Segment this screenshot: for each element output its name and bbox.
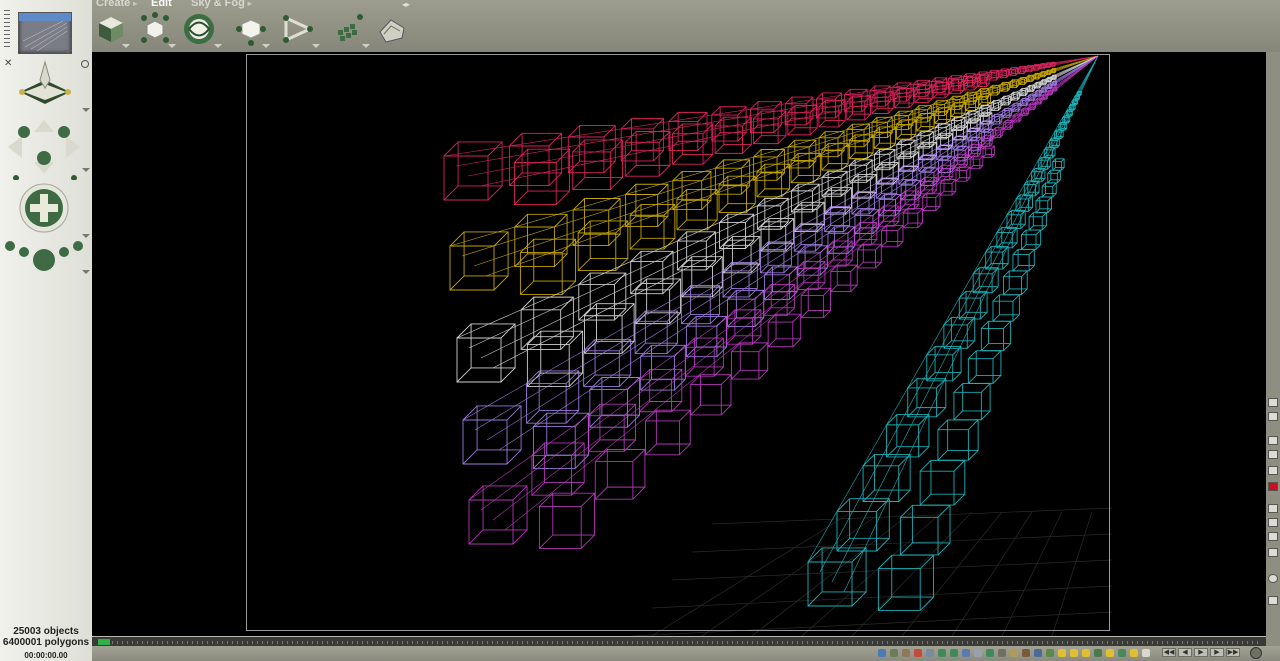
bottom-icon-23[interactable]	[1142, 649, 1150, 657]
object-count: 25003 objects	[13, 626, 79, 637]
bottom-icon-22[interactable]	[1130, 649, 1138, 657]
vertices-menu-arrow[interactable]	[168, 44, 176, 48]
top-toolbar: Create ▸ Edit Sky & Fog ▸ ◂▸	[0, 0, 1280, 52]
terrain-icon[interactable]	[374, 12, 408, 46]
sphere-object-icon[interactable]	[182, 12, 216, 46]
tab-sky-fog[interactable]: Sky & Fog ▸	[191, 0, 252, 9]
record-icon[interactable]	[1268, 482, 1278, 491]
manipulator-menu-arrow[interactable]	[82, 108, 90, 112]
bottom-icon-1[interactable]	[878, 649, 886, 657]
collapse-icon[interactable]: ◂▸	[402, 0, 410, 9]
path-menu-arrow[interactable]	[312, 44, 320, 48]
transform-menu-arrow[interactable]	[262, 44, 270, 48]
bottom-icon-2[interactable]	[890, 649, 898, 657]
bottom-icon-4[interactable]	[914, 649, 922, 657]
bottom-bar: ◀◀ ◀ ▶ ▶ ▶▶	[92, 646, 1280, 661]
close-icon[interactable]: ✕	[4, 58, 12, 69]
time-readout: 00:00:00.00	[24, 651, 68, 660]
bottom-icon-3[interactable]	[902, 649, 910, 657]
polygon-count: 6400001 polygons	[2, 637, 90, 648]
bottom-icon-11[interactable]	[998, 649, 1006, 657]
bottom-icon-10[interactable]	[986, 649, 994, 657]
timeline-ticks	[112, 641, 1262, 644]
cube-menu-arrow[interactable]	[122, 44, 130, 48]
timeline-scrubber[interactable]	[98, 639, 110, 645]
play-button[interactable]: ▶	[1194, 648, 1208, 657]
camera-preview[interactable]	[18, 12, 72, 54]
pencil-icon[interactable]	[1268, 398, 1278, 407]
bottom-icon-9[interactable]	[974, 649, 982, 657]
eraser-icon[interactable]	[1268, 412, 1278, 421]
path-icon[interactable]	[280, 12, 314, 46]
left-tool-panel: ✕ 25003 objects 6400001 polygons 00:00:0…	[0, 0, 92, 661]
cube-object-icon[interactable]	[94, 12, 128, 46]
bottom-icon-18[interactable]	[1082, 649, 1090, 657]
step-forward-button[interactable]: ▶	[1210, 648, 1224, 657]
bottom-icon-8[interactable]	[962, 649, 970, 657]
tab-create[interactable]: Create ▸	[96, 0, 137, 9]
bottom-icon-14[interactable]	[1034, 649, 1042, 657]
bottom-icon-12[interactable]	[1010, 649, 1018, 657]
rotate-menu-arrow-2[interactable]	[82, 270, 90, 274]
bottom-icon-13[interactable]	[1022, 649, 1030, 657]
bottom-icon-7[interactable]	[950, 649, 958, 657]
zoom-icon[interactable]	[1268, 596, 1278, 605]
bottom-icon-6[interactable]	[938, 649, 946, 657]
rotate-sphere-icon[interactable]	[2, 182, 86, 280]
skip-start-button[interactable]: ◀◀	[1162, 648, 1176, 657]
bottom-icon-19[interactable]	[1094, 649, 1102, 657]
options-dot-icon[interactable]	[81, 60, 89, 68]
array-menu-arrow[interactable]	[362, 44, 370, 48]
rotate-menu-arrow-1[interactable]	[82, 234, 90, 238]
bottom-icon-15[interactable]	[1046, 649, 1054, 657]
skip-end-button[interactable]: ▶▶	[1226, 648, 1240, 657]
panel-icon-2[interactable]	[1268, 450, 1278, 459]
move-vertices-icon[interactable]	[138, 12, 172, 46]
transform-icon[interactable]	[234, 12, 268, 46]
pan-arrows-icon[interactable]	[4, 114, 84, 180]
object-manipulator-icon[interactable]	[14, 58, 76, 110]
scene-stats: 25003 objects 6400001 polygons	[0, 626, 92, 648]
globe-icon[interactable]	[1268, 574, 1278, 583]
preview-ruler	[4, 10, 10, 50]
right-tool-column	[1266, 52, 1280, 636]
pan-menu-arrow[interactable]	[82, 168, 90, 172]
panel-icon-6[interactable]	[1268, 532, 1278, 541]
panel-icon-7[interactable]	[1268, 548, 1278, 557]
step-back-button[interactable]: ◀	[1178, 648, 1192, 657]
sphere-menu-arrow[interactable]	[214, 44, 222, 48]
bottom-icon-16[interactable]	[1058, 649, 1066, 657]
bottom-icon-20[interactable]	[1106, 649, 1114, 657]
panel-icon-1[interactable]	[1268, 436, 1278, 445]
render-frame	[246, 54, 1110, 631]
panel-icon-4[interactable]	[1268, 504, 1278, 513]
bottom-icon-17[interactable]	[1070, 649, 1078, 657]
globe-menu-icon[interactable]	[1250, 647, 1262, 659]
panel-icon-5[interactable]	[1268, 518, 1278, 527]
panel-icon-3[interactable]	[1268, 466, 1278, 475]
bottom-icon-21[interactable]	[1118, 649, 1126, 657]
preview-menu-arrow[interactable]	[64, 50, 72, 54]
bottom-icon-5[interactable]	[926, 649, 934, 657]
3d-viewport[interactable]	[92, 52, 1266, 636]
array-icon[interactable]	[334, 12, 368, 46]
tab-edit[interactable]: Edit	[151, 0, 172, 9]
